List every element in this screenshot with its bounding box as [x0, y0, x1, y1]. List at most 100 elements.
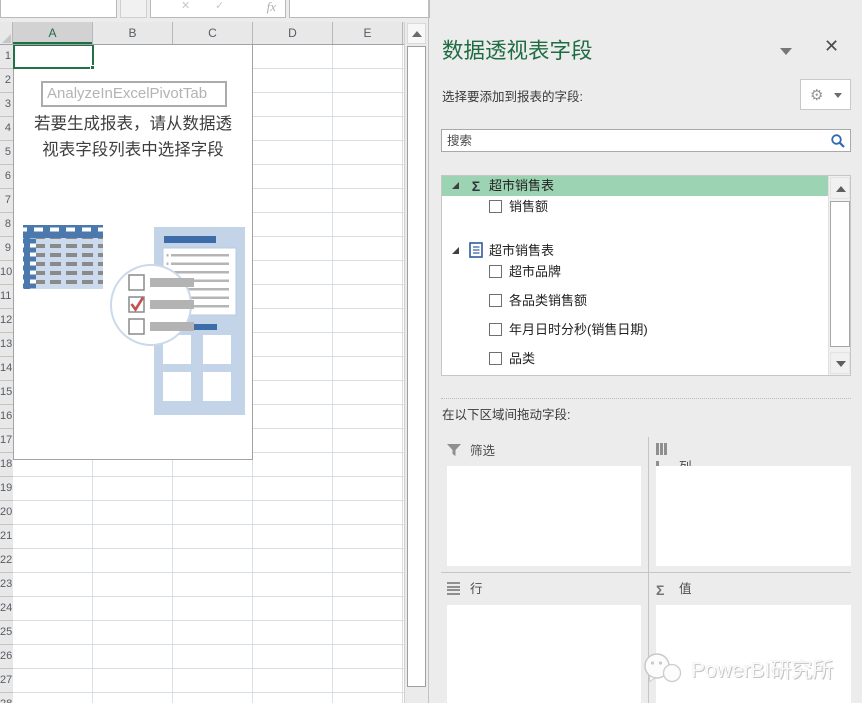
fill-handle[interactable] [90, 65, 95, 70]
search-input[interactable] [444, 131, 824, 150]
pane-close-icon[interactable]: ✕ [824, 36, 839, 57]
row-header-5[interactable]: 5 [0, 141, 13, 165]
scroll-thumb[interactable] [407, 46, 426, 687]
pivot-placeholder[interactable]: AnalyzeInExcelPivotTab 若要生成报表，请从数据透 视表字段… [13, 44, 253, 460]
column-header-D[interactable]: D [253, 22, 333, 44]
row-headers: 1 2 3 4 5 6 7 8 9 10 11 12 13 14 15 16 17 18 19 20 21 22 23 24 2… [0, 45, 13, 703]
rows-area-header: 行 [447, 580, 483, 598]
field-label: 超市品牌 [509, 264, 562, 279]
name-box[interactable] [0, 0, 117, 18]
fx-icon[interactable]: fx [267, 0, 276, 15]
sheet-vertical-scrollbar[interactable] [404, 22, 427, 703]
selected-cell-a1[interactable] [13, 44, 95, 70]
field-checkbox[interactable] [489, 323, 502, 336]
tools-button[interactable]: ⚙ [800, 79, 851, 110]
select-all-corner[interactable] [0, 22, 13, 44]
columns-area-header: 列 [656, 442, 692, 474]
values-drop-zone[interactable] [656, 605, 851, 703]
row-header-26[interactable]: 26 [0, 645, 13, 669]
field-checkbox[interactable] [489, 265, 502, 278]
row-header-23[interactable]: 23 [0, 573, 13, 597]
pane-divider [428, 0, 429, 703]
field-group-1[interactable]: 超市销售表 [442, 241, 828, 261]
expand-triangle-icon[interactable] [452, 182, 459, 189]
rows-drop-zone[interactable] [447, 605, 641, 703]
field-item-年月日时分秒(销售日期)[interactable]: 年月日时分秒(销售日期) [442, 321, 828, 338]
pane-title: 数据透视表字段 [442, 39, 593, 63]
columns-drop-zone[interactable] [656, 466, 851, 566]
row-header-11[interactable]: 11 [0, 285, 13, 309]
scroll-up-button[interactable] [830, 177, 850, 199]
table-icon [23, 225, 103, 289]
column-header-E[interactable]: E [333, 22, 403, 44]
sigma-icon: Σ [656, 582, 665, 598]
sigma-icon: Σ [471, 178, 481, 194]
field-list-scrollbar[interactable] [828, 176, 850, 375]
row-header-4[interactable]: 4 [0, 117, 13, 141]
table-icon [468, 242, 484, 259]
row-header-6[interactable]: 6 [0, 165, 13, 189]
columns-icon [656, 442, 671, 473]
row-header-25[interactable]: 25 [0, 621, 13, 645]
drag-areas-hint: 在以下区域间拖动字段: [442, 408, 571, 422]
row-header-7[interactable]: 7 [0, 189, 13, 213]
formula-input[interactable] [289, 0, 430, 18]
row-header-3[interactable]: 3 [0, 93, 13, 117]
field-label: 年月日时分秒(销售日期) [509, 322, 648, 337]
chevron-down-icon [834, 93, 842, 98]
row-header-18[interactable]: 18 [0, 453, 13, 477]
field-list-content: Σ 超市销售表 销售额 超市销售表 超市品牌 各品类销售额 年月日时分秒(销售日期) 品类 [442, 176, 828, 375]
field-item-销售额[interactable]: 销售额 [442, 198, 828, 215]
field-item-各品类销售额[interactable]: 各品类销售额 [442, 292, 828, 309]
row-header-20[interactable]: 20 [0, 501, 13, 525]
filters-area-header: 筛选 [447, 442, 495, 460]
pane-options-caret-icon[interactable] [780, 48, 792, 55]
grid-body[interactable]: AnalyzeInExcelPivotTab 若要生成报表，请从数据透 视表字段… [13, 44, 404, 703]
row-header-22[interactable]: 22 [0, 549, 13, 573]
search-box[interactable] [441, 129, 851, 152]
column-header-B[interactable]: B [93, 22, 173, 44]
field-checkbox[interactable] [489, 200, 502, 213]
row-header-15[interactable]: 15 [0, 381, 13, 405]
row-header-12[interactable]: 12 [0, 309, 13, 333]
filters-drop-zone[interactable] [447, 466, 641, 566]
expand-triangle-icon[interactable] [452, 247, 459, 254]
field-item-超市品牌[interactable]: 超市品牌 [442, 263, 828, 280]
row-header-2[interactable]: 2 [0, 69, 13, 93]
pivot-name-textbox[interactable]: AnalyzeInExcelPivotTab [41, 81, 227, 107]
search-icon[interactable] [830, 133, 846, 149]
field-group-label: 超市销售表 [489, 178, 555, 193]
row-header-14[interactable]: 14 [0, 357, 13, 381]
row-header-16[interactable]: 16 [0, 405, 13, 429]
enter-icon[interactable]: ✓ [215, 0, 224, 12]
row-header-28[interactable]: 28 [0, 693, 13, 703]
field-list[interactable]: Σ 超市销售表 销售额 超市销售表 超市品牌 各品类销售额 年月日时分秒(销售日期) 品类 [441, 175, 851, 376]
row-header-17[interactable]: 17 [0, 429, 13, 453]
worksheet[interactable]: AnalyzeInExcelPivotTab 若要生成报表，请从数据透 视表字段… [0, 22, 404, 703]
row-header-19[interactable]: 19 [0, 477, 13, 501]
row-header-1[interactable]: 1 [0, 45, 13, 69]
row-header-24[interactable]: 24 [0, 597, 13, 621]
row-header-13[interactable]: 13 [0, 333, 13, 357]
field-checkbox[interactable] [489, 294, 502, 307]
row-header-8[interactable]: 8 [0, 213, 13, 237]
excel-window: ✕ ✓ fx AnalyzeInExcelPivotTab 若要生成报表，请从数… [0, 0, 862, 703]
field-group-0[interactable]: Σ 超市销售表 [442, 176, 828, 196]
column-header-A[interactable]: A [13, 22, 93, 44]
namebox-splitter[interactable] [120, 0, 147, 18]
field-item-品类[interactable]: 品类 [442, 350, 828, 367]
field-checkbox[interactable] [489, 352, 502, 365]
scroll-up-button[interactable] [407, 23, 426, 44]
cancel-icon[interactable]: ✕ [181, 0, 190, 12]
areas-vertical-divider [648, 437, 649, 703]
row-header-9[interactable]: 9 [0, 237, 13, 261]
row-header-10[interactable]: 10 [0, 261, 13, 285]
scroll-thumb[interactable] [830, 201, 850, 347]
gridline [402, 45, 403, 703]
scroll-down-button[interactable] [830, 352, 850, 374]
pivot-illustration [23, 225, 245, 415]
row-header-27[interactable]: 27 [0, 669, 13, 693]
pivot-fields-pane: 数据透视表字段 ✕ 选择要添加到报表的字段: ⚙ Σ超市销售表销售额超市销售表超… [430, 0, 862, 703]
row-header-21[interactable]: 21 [0, 525, 13, 549]
column-header-C[interactable]: C [173, 22, 253, 44]
